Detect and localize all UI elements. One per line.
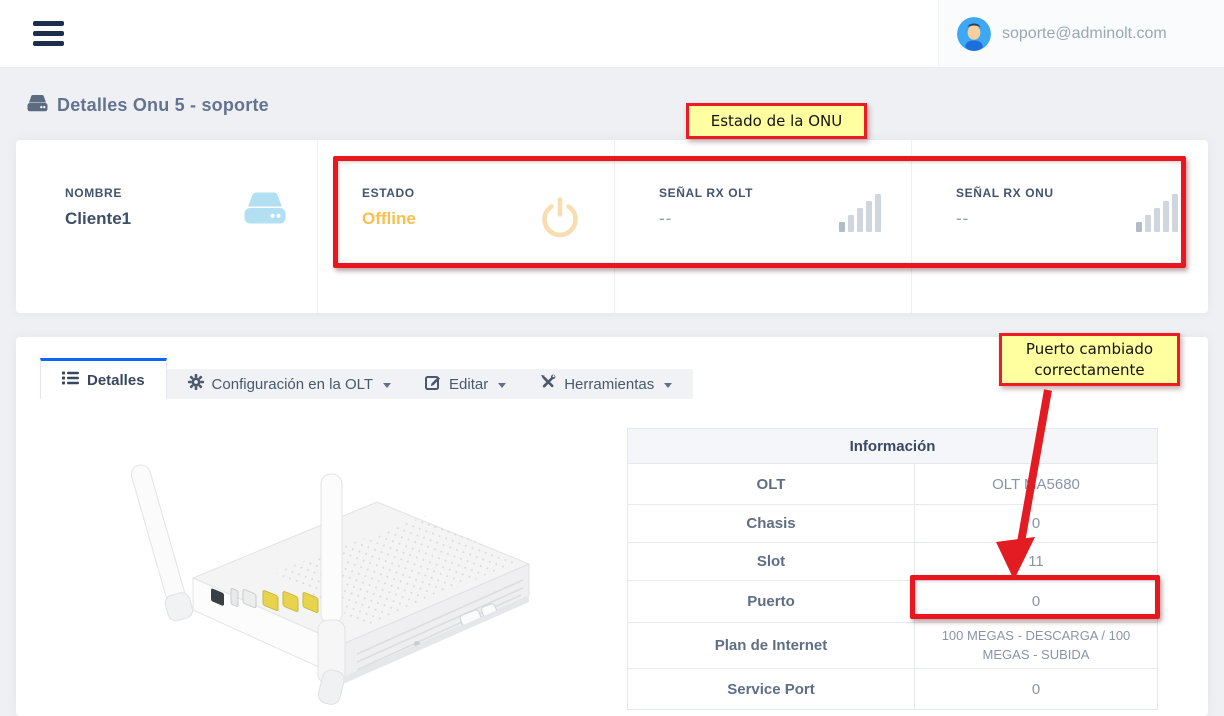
note-text-line1: Puerto cambiado [1026,339,1153,359]
row-label: OLT [628,476,914,493]
row-value: 0 [914,505,1157,542]
row-value: 0 [914,669,1157,709]
tab-bar: Detalles [40,358,693,399]
chevron-down-icon [664,383,672,388]
status-label: NOMBRE [65,186,243,200]
tab-herramientas[interactable]: Herramientas [523,369,689,399]
row-label: Puerto [628,593,914,610]
onu-status-card: NOMBRE Cliente1 ESTADO Offline SEÑAL RX … [16,140,1208,313]
tab-label: Editar [449,376,488,393]
onu-details-card: Detalles [16,337,1208,716]
gear-icon [188,374,204,394]
note-text: Estado de la ONU [711,111,842,131]
table-row-olt: OLT OLT MA5680 [628,463,1157,504]
row-label: Plan de Internet [628,637,914,654]
status-item-nombre: NOMBRE Cliente1 [16,140,317,313]
chevron-down-icon [383,383,391,388]
signal-bars-icon [1136,192,1178,232]
edit-icon [425,374,441,394]
onu-device-icon [27,95,48,117]
row-value: 100 MEGAS - DESCARGA / 100 MEGAS - SUBID… [914,623,1157,668]
informacion-table: Información OLT OLT MA5680 Chasis 0 Slot… [627,428,1158,710]
table-row-puerto: Puerto 0 [628,580,1157,622]
menu-hamburger-icon[interactable] [33,21,64,46]
user-menu[interactable]: soporte@adminolt.com [938,0,1224,67]
status-label: SEÑAL RX ONU [956,186,1136,200]
row-label: Chasis [628,515,914,532]
list-icon [62,371,79,389]
status-value: Cliente1 [65,209,243,229]
row-label: Service Port [628,681,914,698]
page-title: Detalles Onu 5 - soporte [27,93,269,117]
tab-configuracion-olt[interactable]: Configuración en la OLT [171,369,408,399]
page-title-text: Detalles Onu 5 - soporte [57,95,269,116]
status-value-offline: Offline [362,209,536,229]
power-icon [536,192,584,313]
row-value: OLT MA5680 [914,464,1157,504]
tab-group: Configuración en la OLT Editar [167,369,694,399]
tab-label: Detalles [87,372,145,389]
tab-detalles[interactable]: Detalles [40,358,167,399]
table-row-slot: Slot 11 [628,542,1157,580]
status-value: -- [956,209,1136,229]
status-item-estado: ESTADO Offline [317,140,614,313]
top-bar: soporte@adminolt.com [0,0,1224,68]
status-label: ESTADO [362,186,536,200]
modem-icon [243,192,287,313]
row-label: Slot [628,553,914,570]
row-value: 11 [914,543,1157,580]
tab-label: Configuración en la OLT [212,376,373,393]
status-value: -- [659,209,839,229]
table-row-plan-de-internet: Plan de Internet 100 MEGAS - DESCARGA / … [628,622,1157,668]
onu-product-image [125,412,545,714]
table-header: Información [628,429,1157,463]
tab-editar[interactable]: Editar [408,369,523,399]
status-item-senal-rx-onu: SEÑAL RX ONU -- [911,140,1208,313]
estado-annotation-note: Estado de la ONU [686,103,867,139]
status-label: SEÑAL RX OLT [659,186,839,200]
chevron-down-icon [498,383,506,388]
note-text-line2: correctamente [1034,360,1144,380]
status-item-senal-rx-olt: SEÑAL RX OLT -- [614,140,911,313]
puerto-annotation-note: Puerto cambiado correctamente [999,333,1180,386]
tools-icon [540,374,556,394]
user-avatar [957,17,991,51]
tab-label: Herramientas [564,376,654,393]
table-row-service-port: Service Port 0 [628,668,1157,709]
user-email: soporte@adminolt.com [1002,25,1167,43]
row-value: 0 [914,581,1157,622]
table-row-chasis: Chasis 0 [628,504,1157,542]
signal-bars-icon [839,192,881,232]
